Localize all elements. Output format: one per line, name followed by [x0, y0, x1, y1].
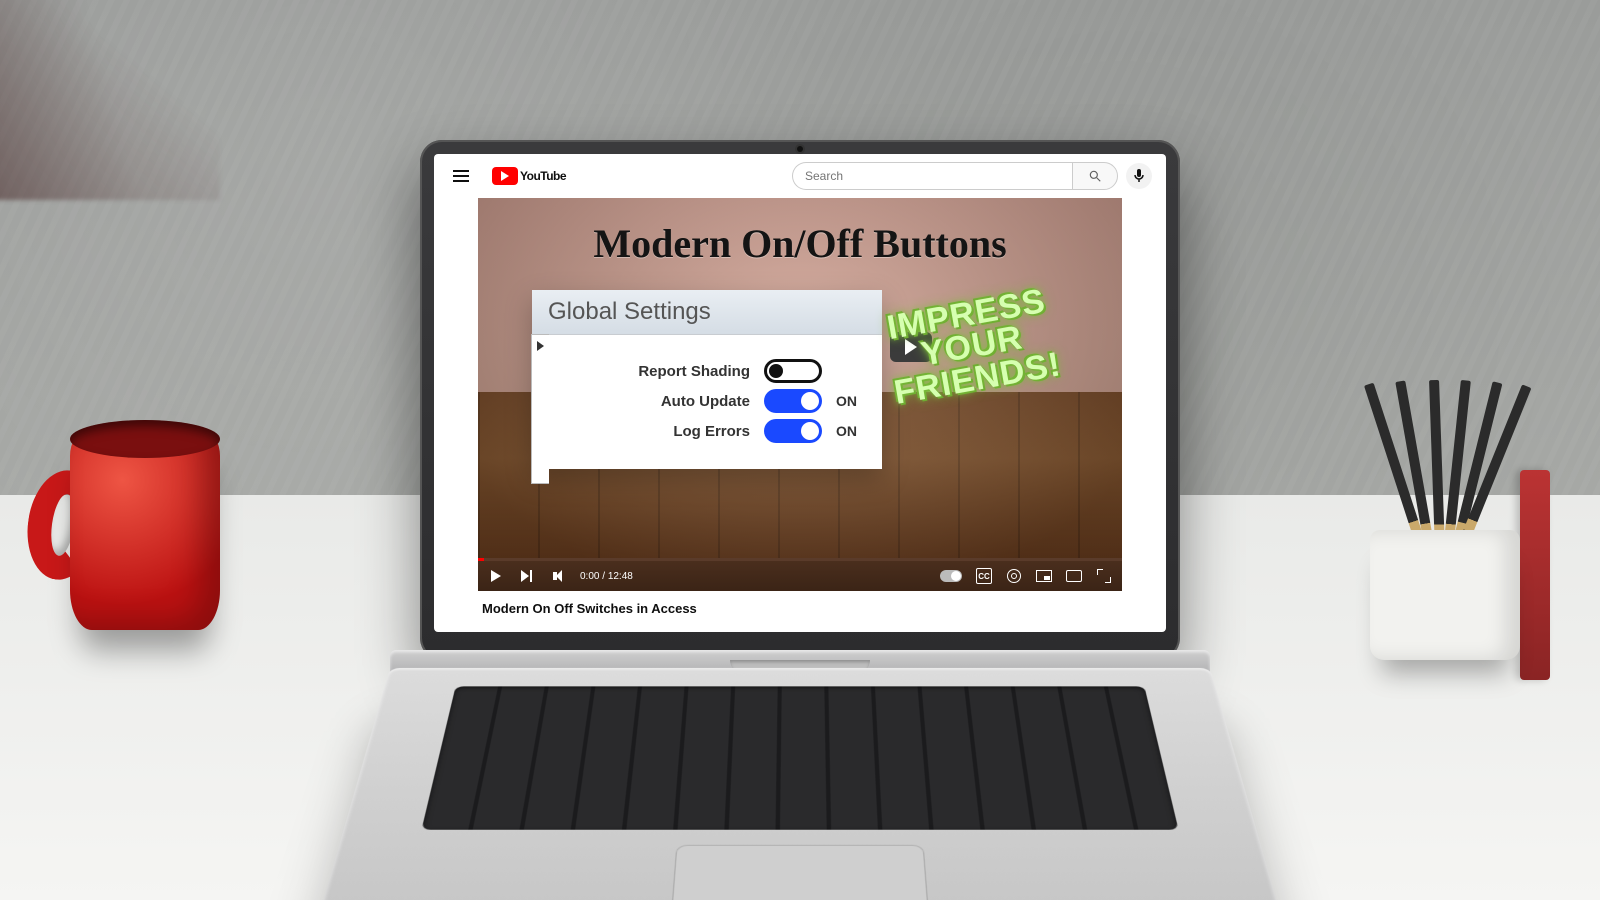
menu-button[interactable]: [448, 163, 474, 189]
toggle-on: [764, 389, 822, 413]
coffee-mug: [40, 420, 250, 680]
watch-stage: Modern On/Off Buttons Global Settings Re…: [478, 198, 1122, 616]
setting-label: Auto Update: [562, 393, 750, 410]
microphone-icon: [1133, 169, 1145, 183]
theater-button[interactable]: [1066, 568, 1082, 584]
time-total: 12:48: [608, 571, 633, 582]
voice-search-button[interactable]: [1126, 163, 1152, 189]
autoplay-toggle[interactable]: [940, 570, 962, 582]
progress-fill: [478, 558, 484, 561]
pencil-cup: [1340, 430, 1540, 670]
setting-state: ON: [836, 393, 866, 409]
video-thumbnail[interactable]: Modern On/Off Buttons Global Settings Re…: [478, 198, 1122, 558]
settings-card-tab: [531, 334, 549, 484]
search-icon: [1088, 169, 1102, 183]
search-wrap: [792, 162, 1152, 190]
laptop: YouTube: [360, 140, 1240, 840]
trackpad: [667, 845, 933, 900]
setting-label: Report Shading: [562, 363, 750, 380]
toggle-off: [764, 359, 822, 383]
settings-card: Global Settings Report Shading Auto Upda…: [532, 290, 882, 469]
youtube-header: YouTube: [434, 154, 1166, 198]
settings-card-heading: Global Settings: [532, 290, 882, 335]
laptop-bezel: YouTube: [420, 140, 1180, 660]
search-input[interactable]: [792, 162, 1072, 190]
play-button[interactable]: [488, 568, 504, 584]
youtube-logo[interactable]: YouTube: [492, 167, 566, 185]
setting-row: Report Shading: [562, 359, 866, 383]
time-current: 0:00: [580, 571, 599, 582]
fullscreen-button[interactable]: [1096, 568, 1112, 584]
player-controls: 0:00 / 12:48 CC: [478, 561, 1122, 591]
thumbnail-title: Modern On/Off Buttons: [478, 220, 1122, 267]
desk-scene: YouTube: [0, 0, 1600, 900]
search-box: [792, 162, 1118, 190]
settings-rows: Report Shading Auto Update ON: [532, 335, 882, 469]
laptop-deck: [291, 668, 1310, 900]
settings-gear-button[interactable]: [1006, 568, 1022, 584]
youtube-wordmark: YouTube: [520, 169, 566, 183]
time-display: 0:00 / 12:48: [580, 571, 633, 582]
plant-shadow: [0, 0, 220, 200]
setting-label: Log Errors: [562, 423, 750, 440]
setting-row: Auto Update ON: [562, 389, 866, 413]
search-button[interactable]: [1072, 162, 1118, 190]
captions-button[interactable]: CC: [976, 568, 992, 584]
video-title: Modern On Off Switches in Access: [478, 591, 1122, 616]
miniplayer-button[interactable]: [1036, 568, 1052, 584]
next-button[interactable]: [518, 568, 534, 584]
volume-button[interactable]: [548, 568, 566, 584]
setting-state: ON: [836, 423, 866, 439]
progress-bar[interactable]: [478, 558, 1122, 561]
youtube-play-icon: [492, 167, 518, 185]
toggle-on: [764, 419, 822, 443]
keyboard: [421, 686, 1178, 829]
browser-viewport: YouTube: [434, 154, 1166, 632]
setting-row: Log Errors ON: [562, 419, 866, 443]
